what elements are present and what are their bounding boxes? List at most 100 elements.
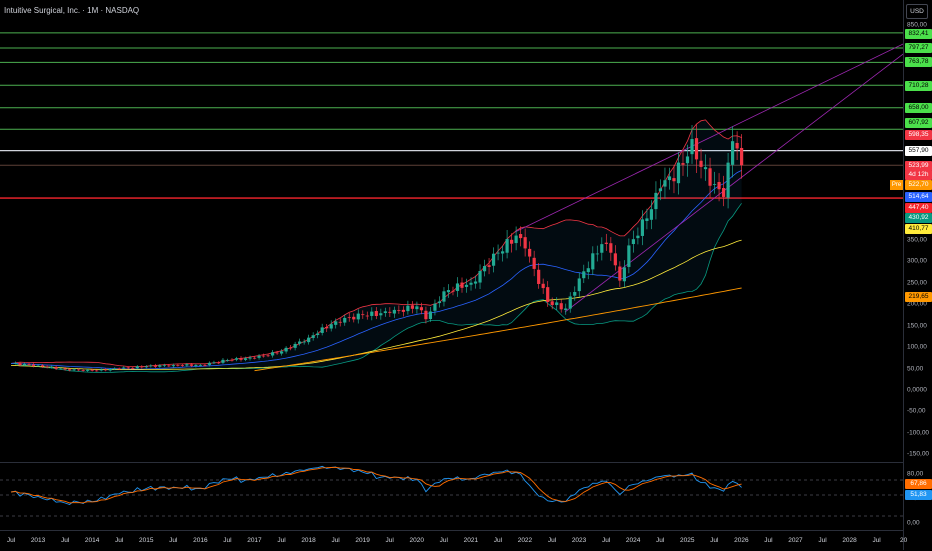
time-tick-label: Jul <box>656 537 665 544</box>
price-axis[interactable]: 850,00 350,00 300,00 250,00 20 0,00 150,00 100,… <box>903 0 932 550</box>
candle-body <box>446 290 451 293</box>
time-tick-label: Jul <box>439 537 448 544</box>
price-level-label: 607,92 <box>905 118 932 128</box>
candle-body <box>343 317 347 323</box>
candle-body <box>613 253 617 266</box>
candle-body <box>482 266 487 272</box>
price-tick-label: 300,00 <box>907 257 927 265</box>
candle-body <box>198 365 203 366</box>
candle-body <box>478 270 482 283</box>
candle-body <box>293 343 297 348</box>
candle-body <box>135 366 139 369</box>
candle-body <box>311 335 315 338</box>
candle-body <box>189 364 193 366</box>
candle-body <box>122 367 126 369</box>
price-level-label: 514,64 <box>905 192 932 202</box>
time-tick-label: 20 <box>900 537 908 544</box>
currency-button[interactable]: USD <box>906 4 928 19</box>
candle-body <box>428 311 433 319</box>
candle-body <box>257 355 261 358</box>
price-tick-label: 0,0000 <box>907 386 927 394</box>
candle-body <box>158 365 162 367</box>
candle-body <box>59 368 63 370</box>
candle-body <box>672 178 676 182</box>
time-axis[interactable]: Jul 2013 Jul 2014 Jul 2015 Jul 2016 Jul 2017 Jul 20… <box>0 530 907 551</box>
time-tick-label: Jul <box>223 537 232 544</box>
price-tick-label: -50,00 <box>907 407 926 415</box>
time-tick-label: Jul <box>115 537 124 544</box>
time-tick-label: 2026 <box>734 537 749 544</box>
candle-body <box>13 363 18 364</box>
price-level-label: 447,40 <box>905 203 932 213</box>
time-tick-label: Jul <box>818 537 827 544</box>
candle-body <box>194 365 198 367</box>
candle-body <box>473 281 478 284</box>
candle-body <box>99 369 103 371</box>
time-tick-label: Jul <box>169 537 178 544</box>
candle-body <box>726 162 730 198</box>
candle-body <box>694 138 699 160</box>
time-tick-label: Jul <box>385 537 394 544</box>
candle-body <box>555 302 559 306</box>
candle-body <box>49 366 54 368</box>
candle-body <box>185 364 189 366</box>
candle-body <box>582 271 586 279</box>
candle-body <box>532 257 536 269</box>
time-tick-label: 2013 <box>30 537 46 544</box>
candle-body <box>622 267 626 282</box>
candle-body <box>325 327 329 329</box>
candle-body <box>261 355 266 357</box>
candle-body <box>149 365 153 367</box>
candle-body <box>654 192 658 210</box>
candle-body <box>108 369 112 371</box>
candle-body <box>54 366 58 369</box>
rsi-tick-label: 0,00 <box>907 519 920 527</box>
candle-body <box>104 369 108 371</box>
candle-body <box>144 366 148 368</box>
price-chart[interactable] <box>0 0 903 530</box>
time-tick-label: Jul <box>493 537 503 544</box>
candle-body <box>352 316 356 320</box>
candle-body <box>207 362 212 365</box>
candle-body <box>356 313 360 320</box>
time-tick-label: Jul <box>547 537 557 544</box>
time-tick-label: Jul <box>710 537 719 544</box>
candle-body <box>564 308 568 311</box>
candle-body <box>379 313 383 316</box>
candle-body <box>180 365 184 366</box>
candle-body <box>519 234 523 239</box>
price-tick-label: -100,00 <box>907 429 930 437</box>
price-level-label: 430,92 <box>905 213 932 223</box>
price-level-label: 832,41 <box>905 29 932 39</box>
time-tick-label: 2016 <box>193 537 208 544</box>
premarket-badge: Pre <box>890 180 903 190</box>
candle-body <box>676 162 681 184</box>
candle-body <box>365 315 369 317</box>
candle-body <box>401 309 405 312</box>
candle-body <box>68 369 72 371</box>
time-tick-label: 2014 <box>84 537 100 544</box>
candle-body <box>338 321 342 323</box>
candle-body <box>410 305 414 309</box>
candle-body <box>658 188 663 192</box>
candle-body <box>627 245 631 267</box>
candle-body <box>604 242 608 244</box>
candle-body <box>388 311 392 313</box>
time-tick-label: Jul <box>331 537 340 544</box>
candle-body <box>307 337 311 343</box>
candle-body <box>631 239 635 245</box>
candle-body <box>298 341 302 344</box>
candle-body <box>433 303 437 311</box>
candle-body <box>618 266 622 281</box>
bollinger-band-fill <box>11 119 742 373</box>
time-tick-label: 2015 <box>139 537 154 544</box>
candle-body <box>645 218 649 221</box>
candle-body <box>514 235 518 244</box>
candle-body <box>455 283 460 291</box>
pane-separator[interactable] <box>0 462 903 463</box>
candle-body <box>131 367 135 369</box>
time-tick-label: Jul <box>60 537 70 544</box>
candle-body <box>167 365 171 367</box>
time-tick-label: 2021 <box>463 537 479 544</box>
candle-body <box>559 303 563 310</box>
